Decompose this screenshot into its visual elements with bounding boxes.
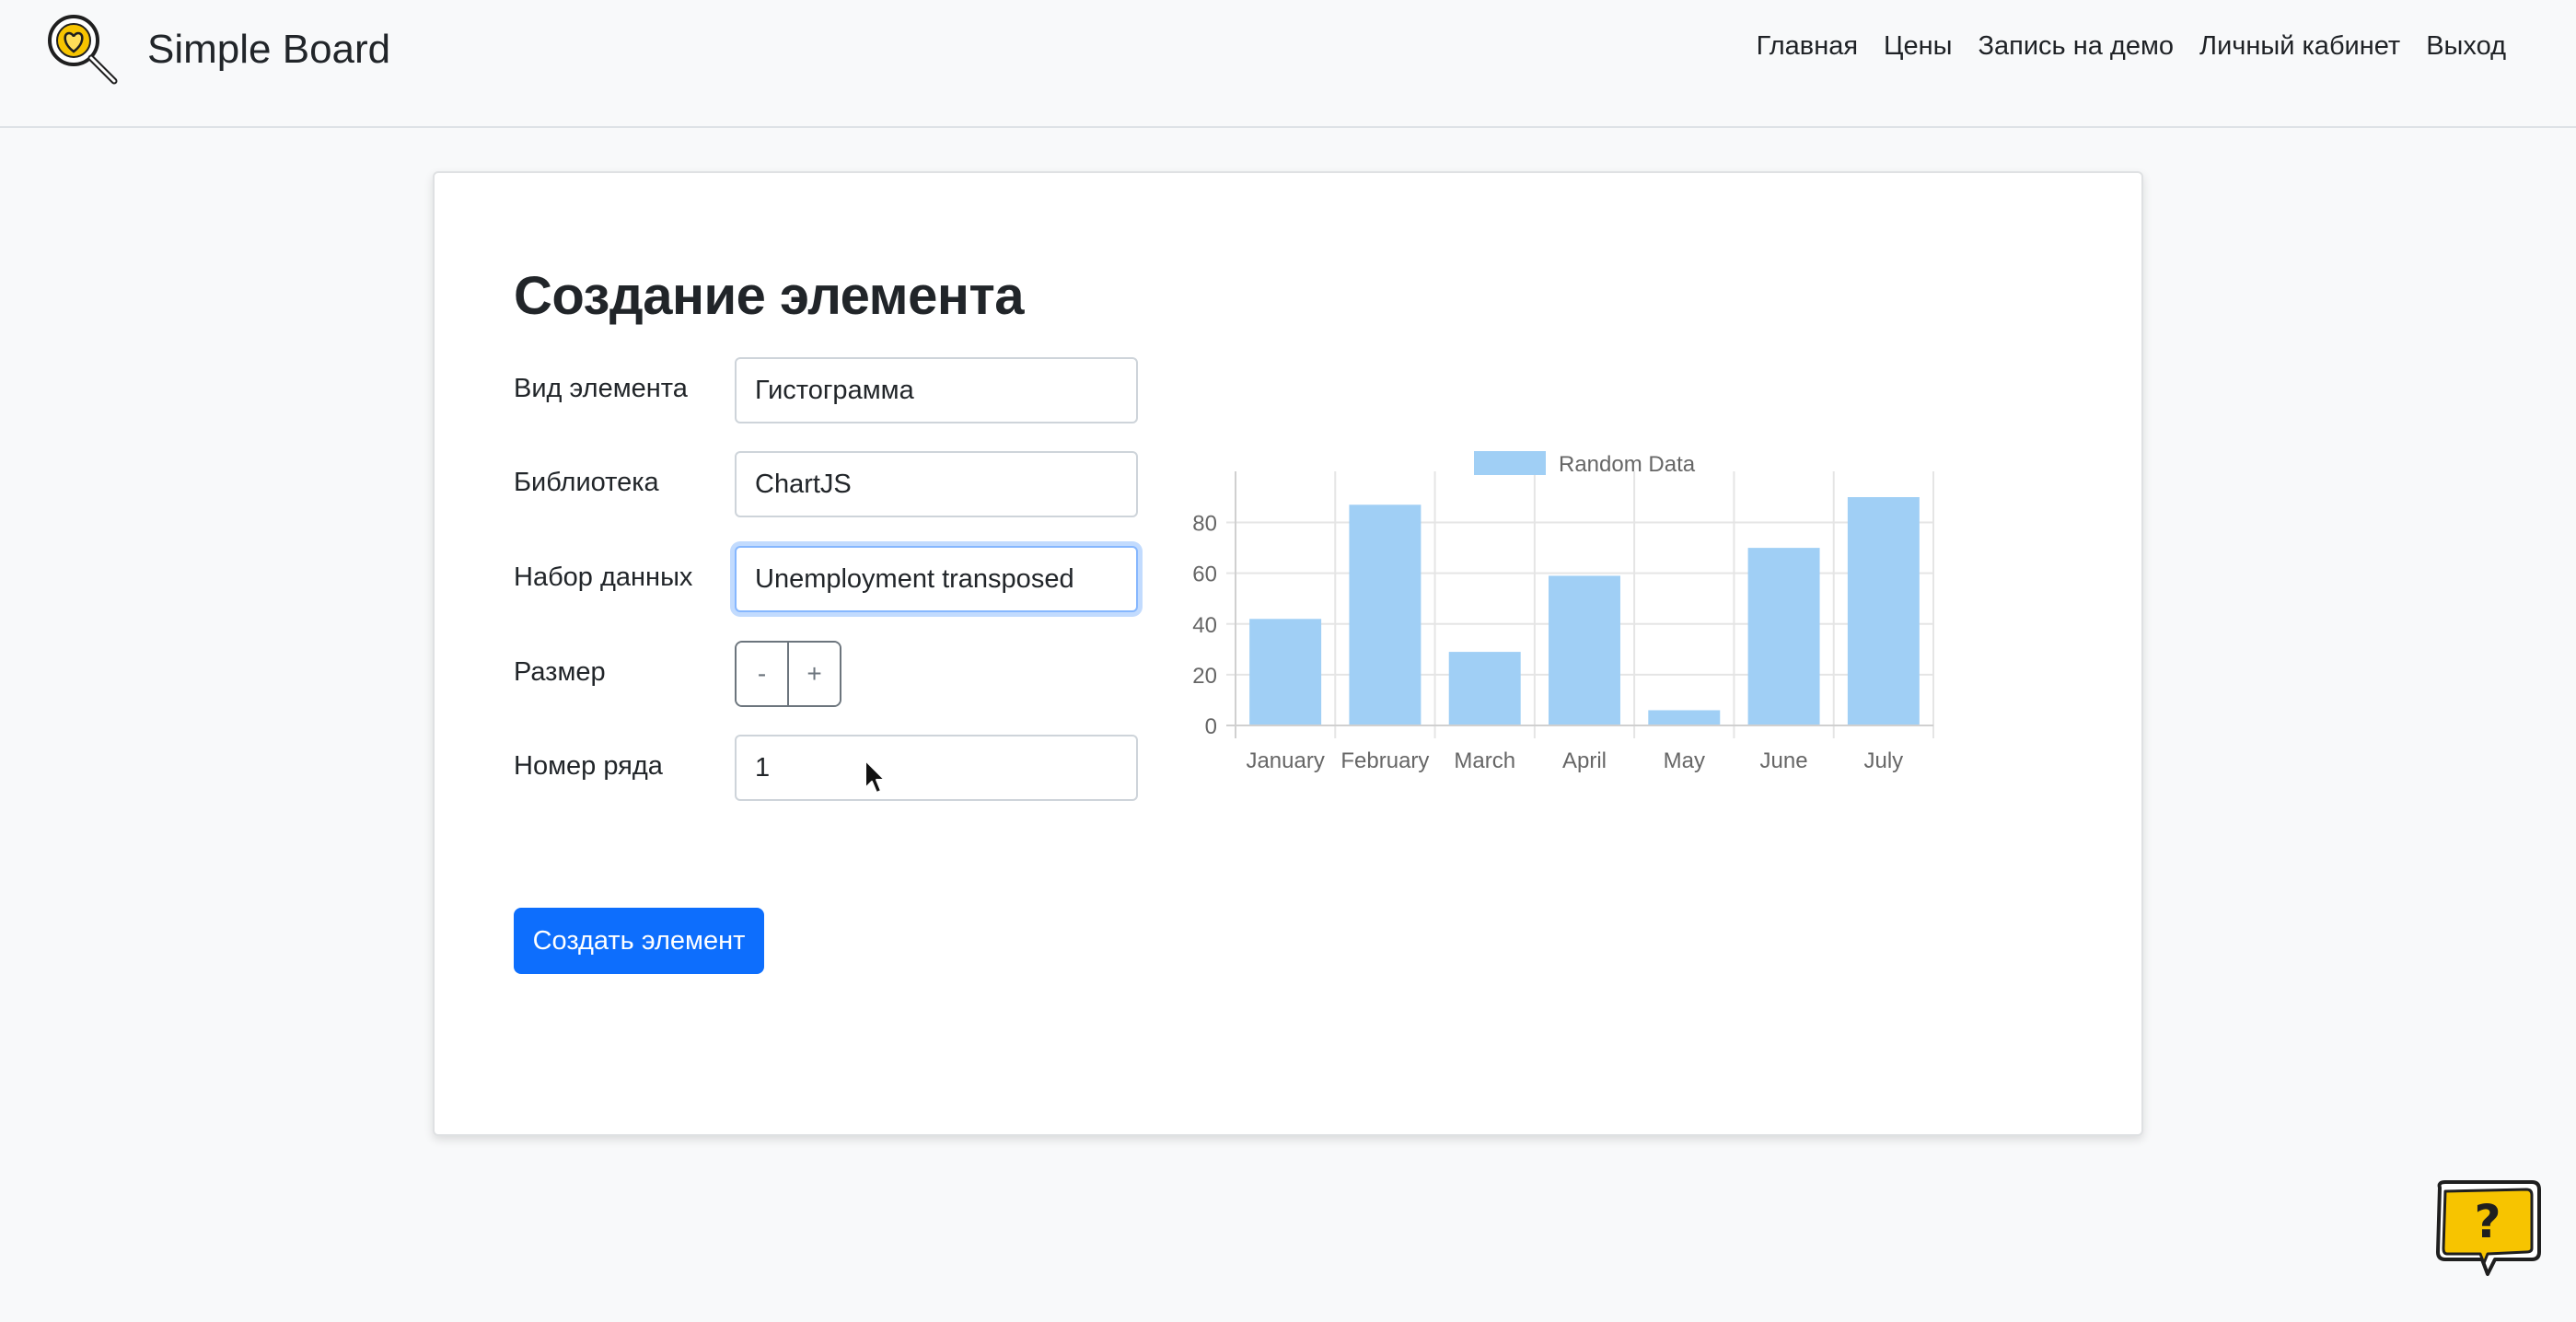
- mouse-pointer-icon: [864, 760, 886, 794]
- bar-february: [1349, 504, 1421, 725]
- size-label: Размер: [514, 657, 606, 687]
- dataset-input[interactable]: [735, 546, 1138, 612]
- nav-link-demo[interactable]: Запись на демо: [1966, 28, 2187, 65]
- bar-april: [1549, 575, 1620, 725]
- create-element-card: Создание элемента Вид элемента Библиотек…: [433, 171, 2143, 1136]
- chart-preview: 0 20 40 60 80 January February March April May Jun…: [1162, 440, 1954, 864]
- bar-chart: 0 20 40 60 80 January February March April May Jun…: [1192, 451, 1934, 773]
- size-row: Размер - +: [514, 641, 1158, 707]
- bar-july: [1847, 497, 1920, 725]
- row-number-input[interactable]: [735, 735, 1138, 801]
- y-tick-label: 20: [1192, 664, 1217, 689]
- bar-january: [1249, 619, 1322, 725]
- y-tick-label: 40: [1192, 613, 1217, 638]
- y-tick-label: 60: [1192, 562, 1217, 587]
- x-tick-label: April: [1562, 748, 1607, 773]
- row-number-label: Номер ряда: [514, 751, 663, 781]
- bar-may: [1648, 710, 1721, 725]
- library-row: Библиотека: [514, 451, 1158, 517]
- size-increase-button[interactable]: +: [787, 643, 840, 705]
- library-input[interactable]: [735, 451, 1138, 517]
- question-bubble-icon[interactable]: ?: [2431, 1178, 2547, 1281]
- page-title: Создание элемента: [514, 266, 1025, 326]
- x-tick-label: June: [1760, 748, 1808, 773]
- nav-link-logout[interactable]: Выход: [2413, 28, 2519, 65]
- dataset-row: Набор данных: [514, 546, 1158, 612]
- element-type-row: Вид элемента: [514, 357, 1158, 423]
- element-type-input[interactable]: [735, 357, 1138, 423]
- brand-name: Simple Board: [147, 27, 391, 72]
- bar-march: [1448, 652, 1521, 725]
- svg-text:?: ?: [2474, 1195, 2501, 1248]
- dataset-label: Набор данных: [514, 562, 693, 592]
- x-tick-label: July: [1864, 748, 1904, 773]
- nav-links: Главная Цены Запись на демо Личный кабин…: [1744, 28, 2519, 65]
- nav-link-home[interactable]: Главная: [1744, 28, 1871, 65]
- x-tick-label: March: [1454, 748, 1515, 773]
- y-tick-label: 0: [1205, 714, 1217, 739]
- legend-label: Random Data: [1559, 452, 1696, 477]
- size-stepper: - +: [735, 641, 841, 707]
- nav-link-account[interactable]: Личный кабинет: [2187, 28, 2413, 65]
- bar-june: [1747, 548, 1820, 725]
- element-type-label: Вид элемента: [514, 374, 688, 403]
- x-tick-label: May: [1664, 748, 1705, 773]
- top-navbar: Simple Board Главная Цены Запись на демо…: [0, 0, 2576, 128]
- y-tick-label: 80: [1192, 512, 1217, 537]
- nav-link-prices[interactable]: Цены: [1871, 28, 1965, 65]
- magnifier-heart-icon: [48, 15, 118, 85]
- x-tick-label: January: [1246, 748, 1324, 773]
- legend-swatch: [1474, 451, 1546, 475]
- library-label: Библиотека: [514, 468, 659, 497]
- x-tick-label: February: [1340, 748, 1429, 773]
- size-decrease-button[interactable]: -: [737, 643, 787, 705]
- create-element-button[interactable]: Создать элемент: [514, 908, 764, 974]
- brand-link[interactable]: Simple Board: [44, 11, 390, 88]
- row-number-row: Номер ряда: [514, 735, 1158, 801]
